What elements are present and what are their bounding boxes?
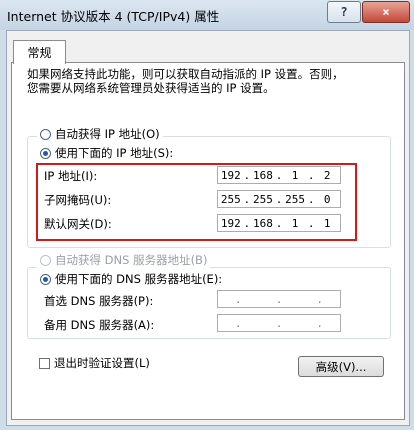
- ip-octet-2: 168: [252, 168, 273, 182]
- validate-on-exit-label: 退出时验证设置(L): [54, 356, 150, 370]
- auto-dns-radio[interactable]: [40, 254, 51, 266]
- validate-on-exit-checkbox[interactable]: [39, 357, 50, 369]
- subnet-mask-field[interactable]: 255. 255. 255. 0: [217, 190, 341, 208]
- gw-octet-2: 168: [252, 216, 273, 230]
- manual-dns-label: 使用下面的 DNS 服务器地址(E):: [55, 272, 223, 286]
- auto-ip-radio[interactable]: [40, 128, 51, 140]
- ip-address-label: IP 地址(I):: [44, 169, 98, 183]
- auto-ip-label: 自动获得 IP 地址(O): [55, 127, 160, 141]
- auto-ip-option[interactable]: 自动获得 IP 地址(O): [37, 126, 163, 142]
- default-gateway-label: 默认网关(D):: [44, 217, 112, 231]
- advanced-button[interactable]: 高级(V)...: [298, 356, 384, 377]
- default-gateway-field[interactable]: 192. 168. 1. 1: [217, 214, 341, 232]
- window-controls: ? ×: [326, 1, 410, 23]
- mask-octet-1: 255: [220, 192, 241, 206]
- ip-octet-1: 192: [220, 168, 241, 182]
- validate-on-exit-option[interactable]: 退出时验证设置(L): [39, 355, 150, 371]
- ip-octet-3: 1: [291, 168, 299, 182]
- tab-general[interactable]: 常规: [13, 40, 66, 64]
- mask-octet-3: 255: [285, 192, 306, 206]
- alternate-dns-label: 备用 DNS 服务器(A):: [44, 318, 155, 332]
- preferred-dns-field[interactable]: ...: [217, 290, 341, 308]
- auto-dns-option[interactable]: 自动获得 DNS 服务器地址(B): [37, 252, 211, 268]
- gw-octet-1: 192: [220, 216, 241, 230]
- description-line-1: 如果网络支持此功能，则可以获取自动指派的 IP 设置。否则，: [27, 67, 344, 81]
- manual-ip-radio[interactable]: [40, 147, 51, 159]
- dialog-body: 常规 如果网络支持此功能，则可以获取自动指派的 IP 设置。否则， 您需要从网络…: [6, 30, 410, 426]
- mask-octet-4: 0: [323, 192, 331, 206]
- auto-dns-label: 自动获得 DNS 服务器地址(B): [55, 253, 208, 267]
- preferred-dns-label: 首选 DNS 服务器(P):: [44, 294, 154, 308]
- description-line-2: 您需要从网络系统管理员处获得适当的 IP 设置。: [27, 81, 275, 95]
- ip-octet-4: 2: [323, 168, 331, 182]
- manual-dns-option[interactable]: 使用下面的 DNS 服务器地址(E):: [37, 271, 226, 287]
- subnet-mask-label: 子网掩码(U):: [44, 193, 112, 207]
- ip-address-field[interactable]: 192. 168. 1. 2: [217, 166, 341, 184]
- mask-octet-2: 255: [252, 192, 273, 206]
- description-text: 如果网络支持此功能，则可以获取自动指派的 IP 设置。否则， 您需要从网络系统管…: [27, 67, 344, 95]
- manual-ip-label: 使用下面的 IP 地址(S):: [55, 146, 174, 160]
- gw-octet-3: 1: [291, 216, 299, 230]
- close-button[interactable]: ×: [362, 1, 410, 23]
- manual-dns-radio[interactable]: [40, 273, 51, 285]
- help-button[interactable]: ?: [327, 1, 361, 23]
- window-title: Internet 协议版本 4 (TCP/IPv4) 属性: [7, 9, 220, 24]
- alternate-dns-field[interactable]: ...: [217, 314, 341, 332]
- manual-ip-option[interactable]: 使用下面的 IP 地址(S):: [37, 145, 177, 161]
- title-bar: Internet 协议版本 4 (TCP/IPv4) 属性 ? ×: [0, 0, 414, 30]
- gw-octet-4: 1: [323, 216, 331, 230]
